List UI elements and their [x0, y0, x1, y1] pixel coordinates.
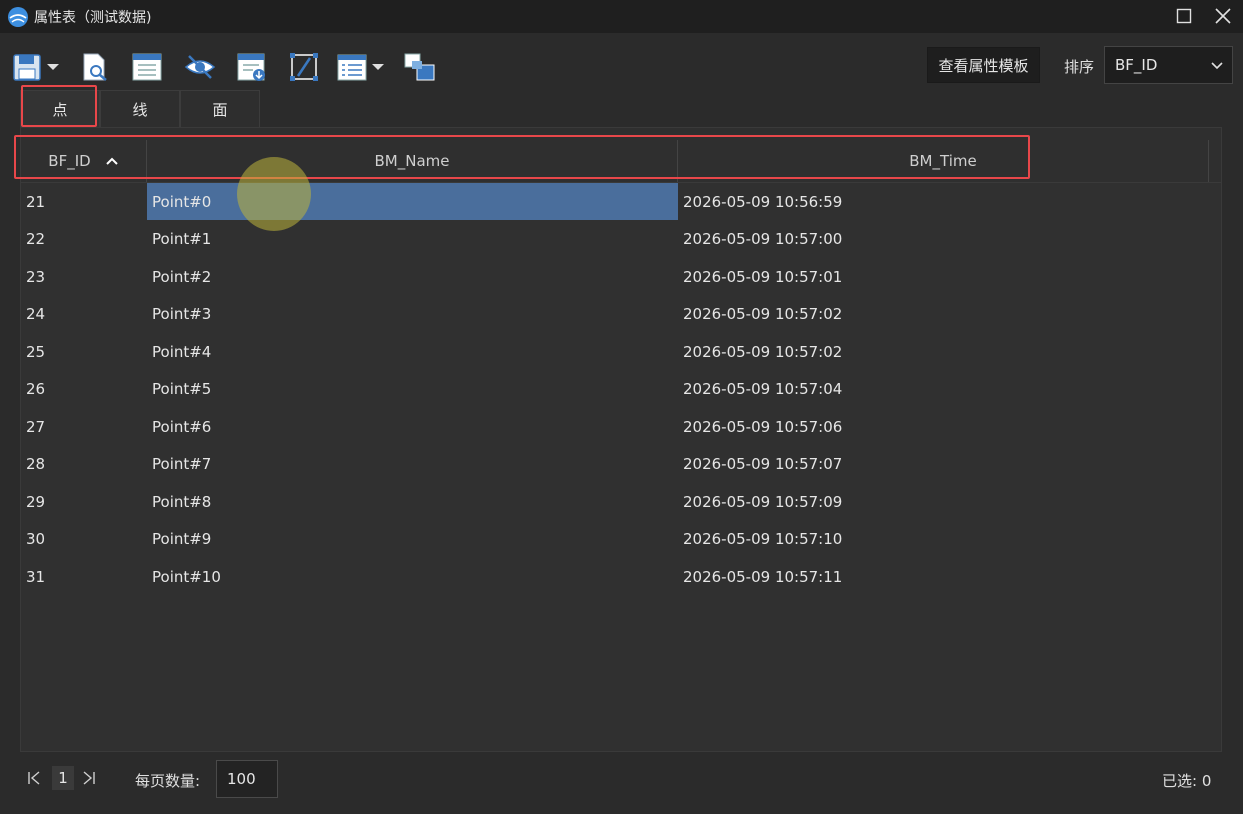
page-size-input[interactable] — [216, 760, 278, 798]
cell-bf-id: 28 — [26, 455, 46, 473]
document-search-icon[interactable] — [80, 50, 110, 84]
page-size-label: 每页数量: — [135, 772, 201, 790]
cell-bf-id: 27 — [26, 417, 46, 436]
eye-hide-icon[interactable] — [184, 50, 216, 84]
cell-bm-name[interactable]: Point#6 — [147, 408, 678, 445]
window-title: 属性表（测试数据) — [34, 10, 152, 26]
dropdown-arrow-icon[interactable] — [371, 50, 385, 84]
column-header-label: BM_Name — [374, 152, 450, 170]
cell-bm-time: 2026-05-09 10:57:02 — [683, 342, 843, 361]
cell-bm-time: 2026-05-09 10:57:00 — [683, 230, 843, 248]
cell-bf-id: 22 — [26, 230, 46, 248]
table-row[interactable]: 28 Point#7 2026-05-09 10:57:07 — [21, 446, 1221, 484]
cell-bf-id: 29 — [26, 492, 46, 511]
table-row[interactable]: 22 Point#1 2026-05-09 10:57:00 — [21, 221, 1221, 259]
tab-point[interactable]: 点 — [20, 90, 100, 127]
cell-bf-id: 30 — [26, 530, 46, 548]
current-page-number[interactable]: 1 — [52, 766, 74, 790]
cell-bf-id: 23 — [26, 267, 46, 286]
cell-bm-time: 2026-05-09 10:57:04 — [683, 380, 843, 398]
maximize-icon[interactable] — [1173, 5, 1195, 27]
cell-bm-time: 2026-05-09 10:57:02 — [683, 305, 843, 323]
cell-bf-id: 21 — [26, 192, 46, 211]
column-header-label: BF_ID — [48, 152, 91, 170]
list-menu-icon[interactable] — [337, 50, 367, 84]
save-icon[interactable] — [12, 50, 42, 84]
chevron-down-icon — [1210, 58, 1224, 76]
cell-bf-id: 26 — [26, 380, 46, 398]
cell-bm-time: 2026-05-09 10:57:01 — [683, 267, 843, 286]
toolbar — [0, 33, 1243, 91]
cell-bm-name[interactable]: Point#8 — [147, 483, 678, 520]
title-bar: 属性表（测试数据) — [0, 0, 1243, 33]
geometry-tabs: 点 线 面 — [20, 90, 260, 127]
cell-bm-name[interactable]: Point#4 — [147, 333, 678, 370]
table-row[interactable]: 31 Point#10 2026-05-09 10:57:11 — [21, 558, 1221, 596]
attribute-table: BF_ID BM_Name BM_Time 21 Point#0 2026-05… — [20, 127, 1222, 752]
table-body: 21 Point#0 2026-05-09 10:56:59 22 Point#… — [21, 183, 1221, 596]
table-row[interactable]: 26 Point#5 2026-05-09 10:57:04 — [21, 371, 1221, 409]
cell-bm-time: 2026-05-09 10:57:10 — [683, 530, 843, 548]
cell-bm-name[interactable]: Point#0 — [147, 183, 678, 220]
column-header-bm-time[interactable]: BM_Time — [678, 140, 1209, 182]
table-row[interactable]: 24 Point#3 2026-05-09 10:57:02 — [21, 296, 1221, 334]
view-attribute-template-button[interactable]: 查看属性模板 — [927, 47, 1040, 83]
first-page-icon[interactable] — [27, 770, 41, 790]
cell-bm-name[interactable]: Point#3 — [147, 296, 678, 333]
sort-field-value: BF_ID — [1115, 56, 1158, 74]
close-icon[interactable] — [1212, 5, 1234, 27]
cell-bm-time: 2026-05-09 10:57:09 — [683, 492, 843, 511]
cell-bm-time: 2026-05-09 10:57:11 — [683, 567, 843, 586]
table-header: BF_ID BM_Name BM_Time — [21, 128, 1221, 183]
tab-line[interactable]: 线 — [100, 90, 180, 127]
cell-bm-name[interactable]: Point#9 — [147, 521, 678, 558]
dropdown-arrow-icon[interactable] — [46, 50, 60, 84]
cell-bm-time: 2026-05-09 10:57:07 — [683, 455, 843, 473]
table-row[interactable]: 29 Point#8 2026-05-09 10:57:09 — [21, 483, 1221, 521]
table-download-icon[interactable] — [236, 50, 268, 84]
app-logo-icon — [7, 6, 29, 28]
cell-bf-id: 31 — [26, 567, 46, 586]
layers-icon[interactable] — [404, 50, 436, 84]
edit-frame-icon[interactable] — [289, 50, 319, 84]
column-header-label: BM_Time — [909, 152, 977, 170]
table-filter-icon[interactable] — [131, 50, 163, 84]
cell-bm-name[interactable]: Point#5 — [147, 371, 678, 408]
sort-field-select[interactable]: BF_ID — [1104, 46, 1233, 84]
table-row[interactable]: 23 Point#2 2026-05-09 10:57:01 — [21, 258, 1221, 296]
cell-bm-name[interactable]: Point#2 — [147, 258, 678, 295]
cell-bf-id: 24 — [26, 305, 46, 323]
sort-label: 排序 — [1064, 58, 1095, 76]
cell-bm-time: 2026-05-09 10:57:06 — [683, 417, 843, 436]
sort-ascending-icon — [105, 156, 119, 166]
table-row[interactable]: 21 Point#0 2026-05-09 10:56:59 — [21, 183, 1221, 221]
table-row[interactable]: 25 Point#4 2026-05-09 10:57:02 — [21, 333, 1221, 371]
column-header-bm-name[interactable]: BM_Name — [147, 140, 678, 182]
cell-bm-time: 2026-05-09 10:56:59 — [683, 192, 843, 211]
table-row[interactable]: 27 Point#6 2026-05-09 10:57:06 — [21, 408, 1221, 446]
column-header-bf-id[interactable]: BF_ID — [21, 140, 147, 182]
cell-bm-name[interactable]: Point#10 — [147, 558, 678, 595]
cell-bm-name[interactable]: Point#1 — [147, 221, 678, 258]
table-row[interactable]: 30 Point#9 2026-05-09 10:57:10 — [21, 521, 1221, 559]
cell-bf-id: 25 — [26, 342, 46, 361]
last-page-icon[interactable] — [82, 770, 96, 790]
tab-polygon[interactable]: 面 — [180, 90, 260, 127]
cell-bm-name[interactable]: Point#7 — [147, 446, 678, 483]
selected-count-label: 已选: 0 — [1162, 772, 1212, 790]
